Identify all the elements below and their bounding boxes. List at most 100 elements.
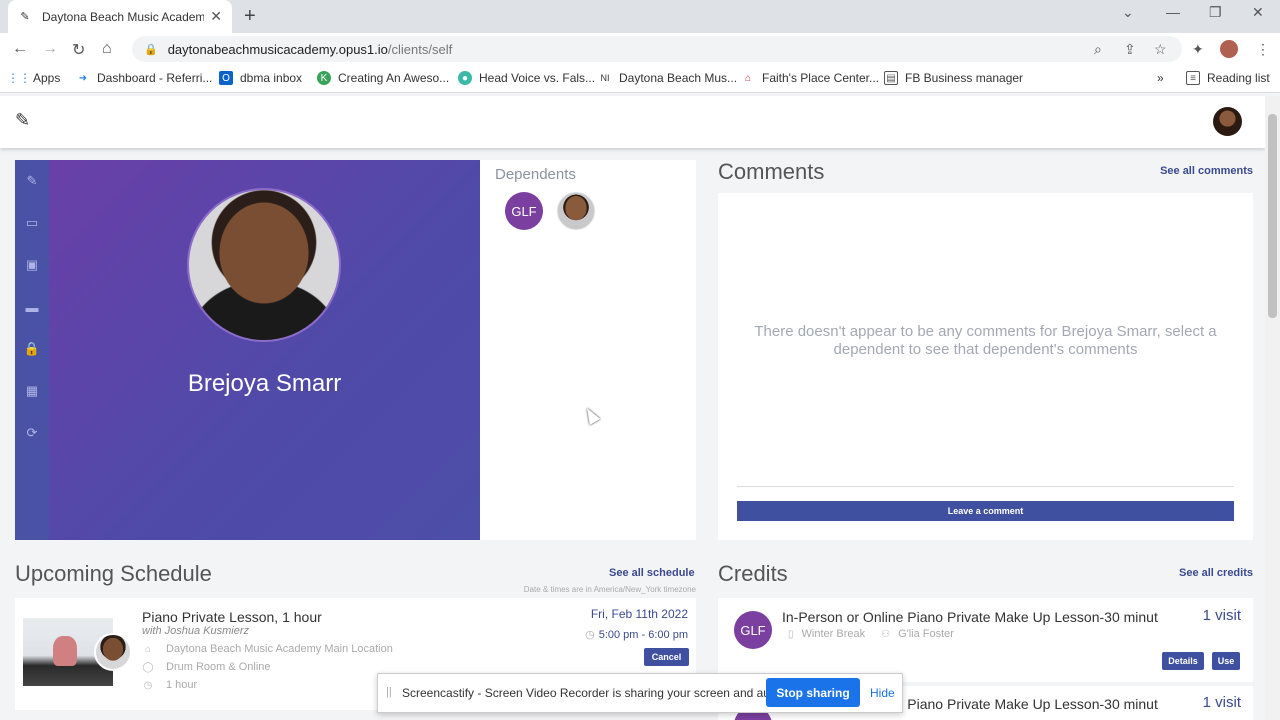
browser-tab[interactable]: ✎ Daytona Beach Music Academy ✕ <box>8 0 232 33</box>
lesson-location-row: ⌂ Daytona Beach Music Academy Main Locati… <box>142 643 393 655</box>
profile-avatar-icon[interactable] <box>1220 40 1238 58</box>
reading-list[interactable]: ≡ Reading list <box>1186 71 1270 85</box>
outlook-icon: O <box>219 71 233 85</box>
bookmark-label: Dashboard - Referri... <box>97 71 213 85</box>
comments-empty-message: There doesn't appear to be any comments … <box>754 323 1217 358</box>
bookmark-label: Faith's Place Center... <box>762 71 880 85</box>
house-icon: ⌂ <box>744 72 752 84</box>
zoom-icon[interactable]: ⌕ <box>1094 41 1102 58</box>
forward-icon[interactable]: → <box>42 40 58 58</box>
clock-icon: ◷ <box>143 679 153 691</box>
share-icon[interactable]: ⇪ <box>1124 41 1136 58</box>
app-logo-icon[interactable]: ✎ <box>15 110 39 134</box>
url-host: daytonabeachmusicacademy.opus1.io <box>167 41 388 57</box>
credit-student: G'lia Foster <box>898 628 954 640</box>
tab-title: Daytona Beach Music Academy <box>42 9 205 24</box>
lock-icon: 🔒 <box>144 43 158 56</box>
bookmark-dashboard[interactable]: ➜ Dashboard - Referri... <box>76 71 213 85</box>
see-all-comments-link[interactable]: See all comments <box>1160 165 1253 177</box>
new-tab-icon[interactable]: + <box>244 5 256 28</box>
profile-name: Brejoya Smarr <box>187 370 342 397</box>
dependent-photo-avatar[interactable] <box>557 192 595 230</box>
reload-icon[interactable]: ↻ <box>72 40 85 60</box>
see-all-credits-link[interactable]: See all credits <box>1179 567 1253 579</box>
lesson-location: Daytona Beach Music Academy Main Locatio… <box>166 643 393 655</box>
teacher-avatar <box>94 633 132 671</box>
hide-button[interactable]: Hide <box>870 686 895 700</box>
contact-book-icon[interactable]: ▣ <box>24 257 40 273</box>
credit-visits: 1 visit <box>1202 694 1241 711</box>
site-favicon-icon: ✎ <box>20 11 30 23</box>
bookmark-creating[interactable]: K Creating An Aweso... <box>317 71 449 85</box>
restore-icon[interactable]: ❐ <box>1209 4 1222 21</box>
ni-icon: NI <box>600 73 610 83</box>
bookmark-label: Head Voice vs. Fals... <box>479 71 596 85</box>
reading-list-label: Reading list <box>1207 71 1270 85</box>
bookmark-icon: ▯ <box>788 628 794 640</box>
credit-details-button[interactable]: Details <box>1162 652 1204 670</box>
bookmark-fb-business[interactable]: ▤ FB Business manager <box>884 71 1023 85</box>
calendar-icon[interactable]: ▦ <box>24 383 40 399</box>
credits-title: Credits <box>718 561 788 586</box>
address-bar[interactable]: 🔒 daytonabeachmusicacademy.opus1.io/clie… <box>132 36 1182 62</box>
credit-item: GLF In-Person or Online Piano Private Ma… <box>718 598 1253 682</box>
browser-menu-icon[interactable]: ⋮ <box>1256 41 1270 58</box>
bookmark-apps[interactable]: ⋮⋮ Apps <box>7 71 61 85</box>
person-icon: ⚇ <box>881 628 891 640</box>
scrollbar-thumb[interactable] <box>1268 114 1277 318</box>
schedule-title: Upcoming Schedule <box>15 561 212 586</box>
lesson-room-row: ◯ Drum Room & Online <box>142 661 271 673</box>
page-icon: ▤ <box>884 71 898 85</box>
user-avatar[interactable] <box>1213 107 1242 136</box>
folder-icon[interactable]: ▬ <box>24 299 40 315</box>
lesson-duration-row: ◷ 1 hour <box>142 679 198 691</box>
bookmark-star-icon[interactable]: ☆ <box>1154 41 1167 58</box>
bookmark-label: Daytona Beach Mus... <box>619 71 738 85</box>
credit-visits: 1 visit <box>1202 607 1241 624</box>
dependents-label: Dependents <box>495 166 576 183</box>
window-close-icon[interactable]: ✕ <box>1252 4 1264 21</box>
bookmark-label: FB Business manager <box>905 71 1024 85</box>
bookmark-label: Apps <box>33 71 61 85</box>
stop-sharing-button[interactable]: Stop sharing <box>766 678 860 707</box>
comments-panel: There doesn't appear to be any comments … <box>718 193 1253 540</box>
tab-search-chevron-icon[interactable]: ⌄ <box>1122 4 1134 21</box>
bookmarks-bar: ⋮⋮ Apps ➜ Dashboard - Referri... Odbma inb… <box>0 65 1280 93</box>
profile-card: ✎ ▭ ▣ ▬ 🔒 ▦ ⟳ Brejoya Smarr <box>15 160 480 540</box>
dependent-glf-avatar[interactable]: GLF <box>505 192 543 230</box>
home-icon[interactable]: ⌂ <box>102 40 112 58</box>
browser-tab-bar: ✎ Daytona Beach Music Academy ✕ + ⌄ — ❐ … <box>0 0 1280 33</box>
clock-icon: ◷ <box>585 629 595 641</box>
extensions-icon[interactable]: ✦ <box>1192 41 1204 58</box>
globe-icon: ● <box>458 71 472 85</box>
apps-grid-icon: ⋮⋮ <box>7 71 31 85</box>
edit-pencil-icon[interactable]: ✎ <box>24 173 40 189</box>
refresh-icon[interactable]: ⟳ <box>24 425 40 441</box>
lesson-date: Fri, Feb 11th 2022 <box>590 607 688 621</box>
minimize-icon[interactable]: — <box>1166 4 1180 20</box>
credit-policy: Winter Break <box>801 628 866 640</box>
bookmark-dbma-inbox[interactable]: Odbma inbox <box>219 71 302 85</box>
bookmarks-overflow-icon[interactable]: » <box>1157 71 1164 85</box>
comments-title: Comments <box>718 159 825 184</box>
building-icon: ⌂ <box>144 643 152 655</box>
bookmark-faiths-place[interactable]: ⌂ Faith's Place Center... <box>741 71 879 85</box>
lock-icon[interactable]: 🔒 <box>24 341 40 357</box>
bookmark-daytona[interactable]: NI Daytona Beach Mus... <box>598 71 738 85</box>
see-all-schedule-link[interactable]: See all schedule <box>609 567 695 579</box>
page-scrollbar[interactable] <box>1265 96 1280 720</box>
drag-handle-icon[interactable]: || <box>386 686 392 698</box>
cancel-lesson-button[interactable]: Cancel <box>644 648 689 666</box>
lesson-room: Drum Room & Online <box>166 661 271 673</box>
map-pin-icon: ◯ <box>142 661 154 673</box>
credit-use-button[interactable]: Use <box>1212 652 1240 670</box>
credit-card-icon[interactable]: ▭ <box>24 215 40 231</box>
bookmark-head-voice[interactable]: ● Head Voice vs. Fals... <box>458 71 595 85</box>
globe-icon: K <box>317 71 331 85</box>
reading-list-icon: ≡ <box>1186 71 1200 85</box>
leave-comment-button[interactable]: Leave a comment <box>737 501 1234 521</box>
browser-toolbar: ← → ↻ ⌂ 🔒 daytonabeachmusicacademy.opus1… <box>0 33 1280 65</box>
close-tab-icon[interactable]: ✕ <box>210 8 222 25</box>
bookmark-label: dbma inbox <box>240 71 303 85</box>
back-icon[interactable]: ← <box>12 40 28 58</box>
